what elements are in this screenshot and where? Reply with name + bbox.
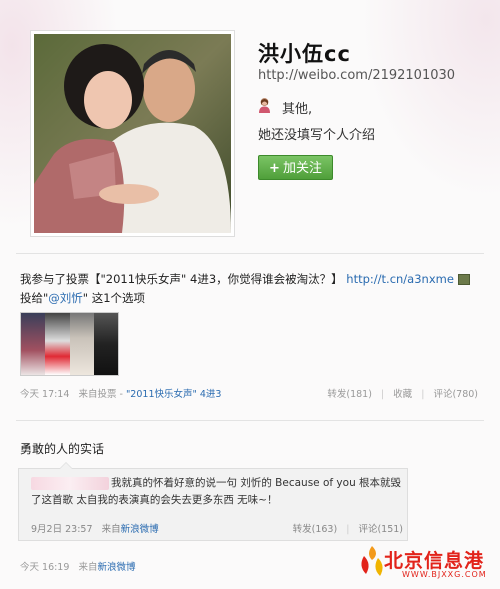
- repost-box-arrow-inner: [60, 463, 72, 469]
- repost-actions: 转发(163) | 评论(151): [287, 521, 403, 535]
- profile-avatar[interactable]: [30, 30, 235, 237]
- repost-time[interactable]: 9月2日 23:57: [31, 524, 93, 535]
- watermark-name: 北京信息港: [384, 550, 485, 572]
- repost-source-label: 来自: [101, 524, 121, 535]
- post-text: 勇敢的人的实话: [20, 442, 105, 456]
- mention-link[interactable]: @刘忻: [48, 291, 83, 305]
- action-separator: |: [421, 389, 425, 400]
- photo-small-icon: [457, 274, 470, 285]
- divider: [16, 253, 484, 254]
- repost-source-link[interactable]: 新浪微博: [121, 524, 159, 535]
- comment-button[interactable]: 评论(780): [433, 389, 478, 400]
- follow-button[interactable]: + 加关注: [258, 155, 333, 180]
- action-separator: |: [346, 524, 350, 535]
- avatar-photo-illustration: [34, 34, 231, 233]
- post-source-link[interactable]: 新浪微博: [97, 562, 135, 573]
- follow-label: 加关注: [282, 161, 322, 176]
- short-link[interactable]: http://t.cn/a3nxme: [346, 272, 454, 286]
- post-text-option: " 这1个选项: [82, 291, 146, 305]
- profile-url[interactable]: http://weibo.com/2192101030: [258, 68, 455, 83]
- post-source-link[interactable]: "2011快乐女声" 4进3: [126, 389, 222, 400]
- thumbnail-panel: [21, 313, 46, 375]
- post-actions: 转发(181) | 收藏 | 评论(780): [321, 386, 478, 400]
- post-time[interactable]: 今天 17:14: [20, 389, 69, 400]
- site-watermark: 北京信息港 WWW.BJXXG.COM: [358, 542, 498, 584]
- watermark-domain: WWW.BJXXG.COM: [402, 570, 487, 579]
- post-text: 我参与了投票【"2011快乐女声" 4进3，你觉得谁会被淘汰？】 http://…: [20, 270, 480, 308]
- profile-bio: 她还没填写个人介绍: [258, 128, 376, 143]
- comment-button[interactable]: 评论(151): [358, 524, 403, 535]
- reposted-text: 我就真的怀着好意的说一句 刘忻的 Because of you 根本就毁了这首歌…: [31, 477, 402, 506]
- repost-button[interactable]: 转发(181): [327, 389, 372, 400]
- post-time[interactable]: 今天 16:19: [20, 562, 69, 573]
- favorite-button[interactable]: 收藏: [393, 389, 412, 400]
- thumbnail-panel: [45, 313, 70, 375]
- action-separator: |: [380, 389, 385, 400]
- plus-icon: +: [269, 161, 280, 176]
- thumbnail-panel: [69, 313, 94, 375]
- post-source-label: 来自: [78, 562, 98, 573]
- divider: [16, 420, 484, 421]
- background-floral-tint: [360, 0, 500, 200]
- reposted-meta: 9月2日 23:57 来自新浪微博 转发(163) | 评论(151): [31, 521, 403, 535]
- post-image-thumbnail[interactable]: [20, 312, 119, 376]
- profile-gender: 其他,: [282, 102, 313, 117]
- post-text-body: 我参与了投票【"2011快乐女声" 4进3，你觉得谁会被淘汰？】: [20, 272, 343, 286]
- profile-username: 洪小伍cc: [258, 42, 351, 66]
- repost-button[interactable]: 转发(163): [293, 524, 338, 535]
- reposted-content-box: 我就真的怀着好意的说一句 刘忻的 Because of you 根本就毁了这首歌…: [18, 462, 408, 541]
- thumbnail-panel: [93, 313, 118, 375]
- post-meta: 今天 17:14 来自投票 - "2011快乐女声" 4进3 转发(181) |…: [20, 386, 478, 400]
- post-meta: 今天 16:19 来自新浪微博: [20, 559, 136, 573]
- avatar-photo: [34, 34, 231, 233]
- female-user-icon: [259, 98, 270, 113]
- watermark-logo-icon: [361, 546, 383, 576]
- post-text-vote: 投给": [20, 291, 49, 305]
- post-source-label: 来自投票 -: [78, 389, 126, 400]
